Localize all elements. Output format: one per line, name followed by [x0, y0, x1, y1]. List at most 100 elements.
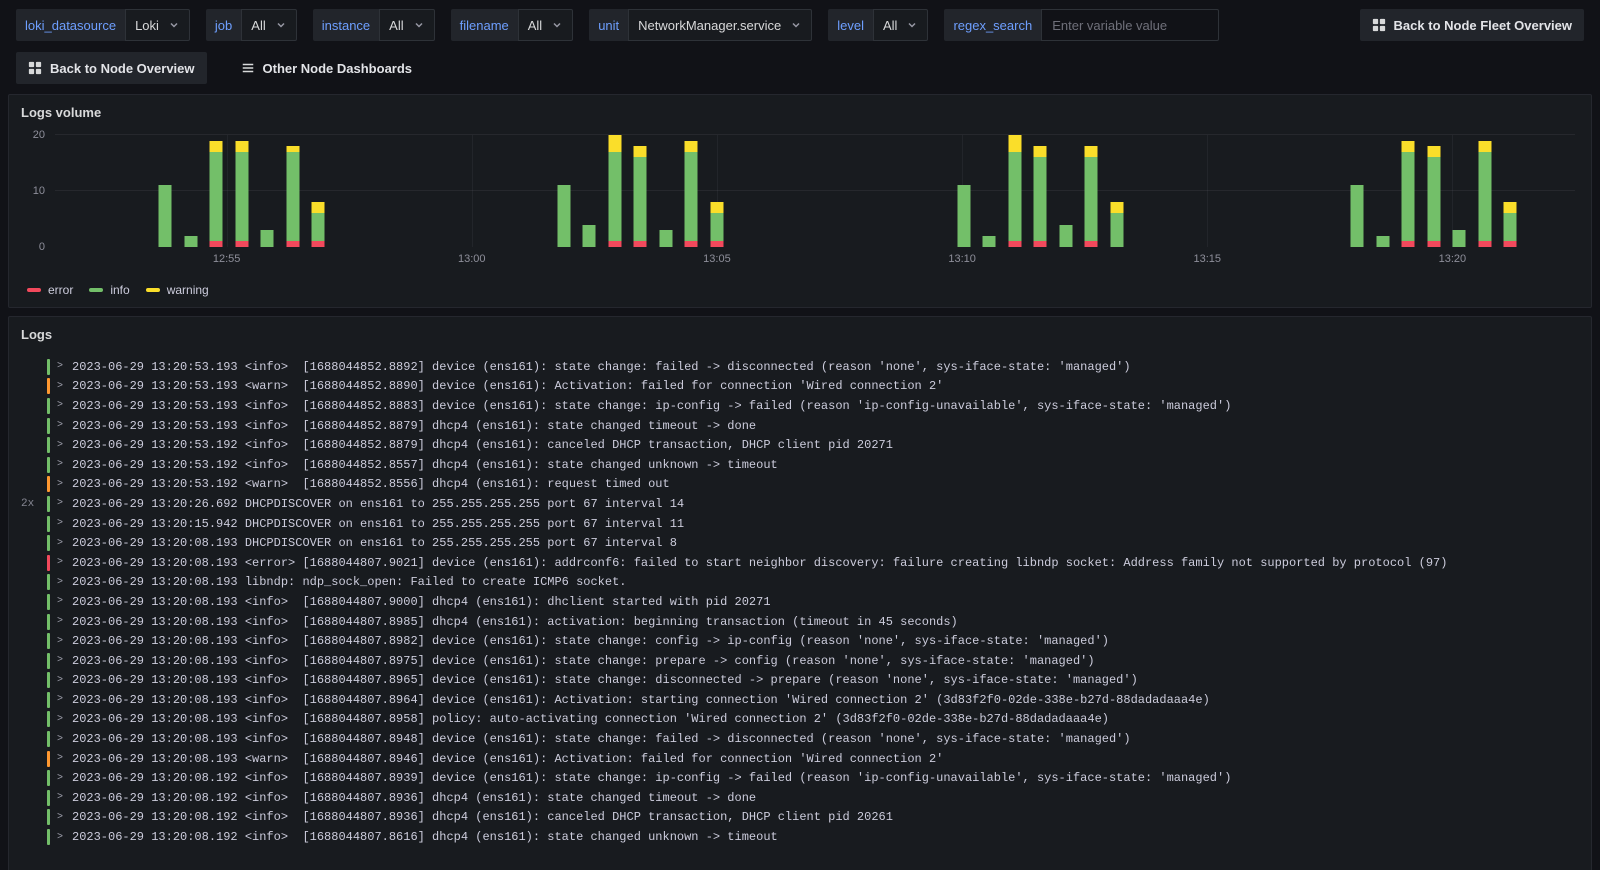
- chevron-right-icon[interactable]: >: [57, 596, 72, 607]
- instance-select[interactable]: All: [379, 9, 435, 41]
- log-row[interactable]: >2023-06-29 13:20:08.192 <info> [1688044…: [21, 788, 1583, 808]
- log-level-indicator-info: [47, 397, 50, 414]
- level-select[interactable]: All: [872, 9, 929, 41]
- legend-swatch: [89, 288, 104, 292]
- back-to-node-fleet-overview-button[interactable]: Back to Node Fleet Overview: [1359, 9, 1584, 41]
- chevron-down-icon: [275, 19, 287, 31]
- chevron-right-icon[interactable]: >: [57, 518, 72, 529]
- chevron-right-icon[interactable]: >: [57, 479, 72, 490]
- bar-segment-warning: [311, 202, 325, 214]
- log-line-text: 2023-06-29 13:20:08.193 <info> [16880448…: [72, 614, 958, 629]
- log-row[interactable]: >2023-06-29 13:20:08.193 <info> [1688044…: [21, 592, 1583, 612]
- log-row[interactable]: >2023-06-29 13:20:53.193 <info> [1688044…: [21, 416, 1583, 436]
- panel-title-logs[interactable]: Logs: [9, 317, 1591, 351]
- log-row[interactable]: >2023-06-29 13:20:08.192 <info> [1688044…: [21, 768, 1583, 788]
- chevron-right-icon[interactable]: >: [57, 498, 72, 509]
- volume-bar: [684, 140, 698, 247]
- job-select[interactable]: All: [241, 9, 297, 41]
- chevron-right-icon[interactable]: >: [57, 694, 72, 705]
- chevron-right-icon[interactable]: >: [57, 734, 72, 745]
- chevron-right-icon[interactable]: >: [57, 459, 72, 470]
- volume-bar: [1033, 146, 1047, 247]
- chevron-right-icon[interactable]: >: [57, 381, 72, 392]
- chevron-right-icon[interactable]: >: [57, 636, 72, 647]
- back-to-node-overview-button[interactable]: Back to Node Overview: [16, 52, 207, 84]
- log-level-indicator-info: [47, 691, 50, 708]
- chevron-right-icon[interactable]: >: [57, 538, 72, 549]
- log-level-indicator-info: [47, 652, 50, 669]
- log-row[interactable]: >2023-06-29 13:20:53.192 <info> [1688044…: [21, 435, 1583, 455]
- bar-segment-error: [710, 241, 724, 247]
- regex-search-input[interactable]: [1041, 9, 1220, 41]
- bar-segment-warning: [1427, 146, 1441, 158]
- legend-item-warning[interactable]: warning: [145, 283, 209, 297]
- log-row[interactable]: >2023-06-29 13:20:08.193 <info> [1688044…: [21, 729, 1583, 749]
- unit-select[interactable]: NetworkManager.service: [628, 9, 813, 41]
- log-level-indicator-warn: [47, 476, 50, 493]
- log-line-text: 2023-06-29 13:20:08.193 <info> [16880448…: [72, 594, 771, 609]
- log-line-text: 2023-06-29 13:20:53.193 <info> [16880448…: [72, 418, 757, 433]
- chevron-right-icon[interactable]: >: [57, 792, 72, 803]
- chevron-right-icon[interactable]: >: [57, 616, 72, 627]
- bar-segment-info: [1427, 157, 1441, 242]
- bar-segment-info: [684, 151, 698, 242]
- log-row[interactable]: >2023-06-29 13:20:08.193 <info> [1688044…: [21, 651, 1583, 671]
- chevron-right-icon[interactable]: >: [57, 557, 72, 568]
- log-row[interactable]: >2023-06-29 13:20:15.942 DHCPDISCOVER on…: [21, 514, 1583, 534]
- log-row[interactable]: >2023-06-29 13:20:08.193 <error> [168804…: [21, 553, 1583, 573]
- volume-bar: [184, 235, 198, 247]
- log-row[interactable]: >2023-06-29 13:20:53.192 <warn> [1688044…: [21, 475, 1583, 495]
- panel-title-logs-volume[interactable]: Logs volume: [9, 95, 1591, 129]
- log-row[interactable]: >2023-06-29 13:20:53.193 <info> [1688044…: [21, 396, 1583, 416]
- chevron-right-icon[interactable]: >: [57, 773, 72, 784]
- log-line-text: 2023-06-29 13:20:53.193 <info> [16880448…: [72, 359, 1131, 374]
- log-row[interactable]: >2023-06-29 13:20:08.193 <info> [1688044…: [21, 690, 1583, 710]
- log-row[interactable]: >2023-06-29 13:20:08.193 <info> [1688044…: [21, 631, 1583, 651]
- bar-segment-info: [957, 185, 971, 247]
- chevron-right-icon[interactable]: >: [57, 440, 72, 451]
- log-row[interactable]: 2x >2023-06-29 13:20:26.692 DHCPDISCOVER …: [21, 494, 1583, 514]
- loki-datasource-select[interactable]: Loki: [125, 9, 190, 41]
- log-row[interactable]: >2023-06-29 13:20:08.193 DHCPDISCOVER on…: [21, 533, 1583, 553]
- chevron-down-icon: [551, 19, 563, 31]
- chevron-right-icon[interactable]: >: [57, 832, 72, 843]
- log-row[interactable]: >2023-06-29 13:20:08.193 libndp: ndp_soc…: [21, 573, 1583, 593]
- chevron-right-icon[interactable]: >: [57, 400, 72, 411]
- bar-segment-error: [608, 241, 622, 247]
- other-node-dashboards-button[interactable]: Other Node Dashboards: [229, 52, 425, 84]
- volume-bar: [1059, 224, 1073, 247]
- log-row[interactable]: >2023-06-29 13:20:53.192 <info> [1688044…: [21, 455, 1583, 475]
- legend-item-info[interactable]: info: [89, 283, 130, 297]
- log-line-text: 2023-06-29 13:20:08.193 <info> [16880448…: [72, 634, 1109, 649]
- log-row[interactable]: >2023-06-29 13:20:08.192 <info> [1688044…: [21, 808, 1583, 828]
- bar-segment-info: [235, 151, 249, 242]
- log-row[interactable]: >2023-06-29 13:20:53.193 <warn> [1688044…: [21, 377, 1583, 397]
- log-row[interactable]: >2023-06-29 13:20:53.193 <info> [1688044…: [21, 357, 1583, 377]
- chevron-right-icon[interactable]: >: [57, 577, 72, 588]
- log-row[interactable]: >2023-06-29 13:20:08.193 <warn> [1688044…: [21, 749, 1583, 769]
- bar-segment-error: [1033, 241, 1047, 247]
- log-row[interactable]: >2023-06-29 13:20:08.193 <info> [1688044…: [21, 671, 1583, 691]
- chevron-right-icon[interactable]: >: [57, 361, 72, 372]
- y-tick-label: 20: [32, 129, 45, 141]
- log-row[interactable]: >2023-06-29 13:20:08.193 <info> [1688044…: [21, 710, 1583, 730]
- chevron-right-icon[interactable]: >: [57, 420, 72, 431]
- chevron-right-icon[interactable]: >: [57, 675, 72, 686]
- logs-volume-chart: 0 10 20 12:55 13:00 13:05 13:10 13:15 13:20: [9, 129, 1575, 273]
- filename-select[interactable]: All: [517, 9, 574, 41]
- legend-item-error[interactable]: error: [27, 283, 73, 297]
- volume-bar: [1376, 235, 1390, 247]
- log-level-indicator-info: [47, 437, 50, 454]
- log-row[interactable]: >2023-06-29 13:20:08.192 <info> [1688044…: [21, 827, 1583, 847]
- chevron-right-icon[interactable]: >: [57, 753, 72, 764]
- log-line-text: 2023-06-29 13:20:08.193 <info> [16880448…: [72, 692, 1210, 707]
- chevron-right-icon[interactable]: >: [57, 655, 72, 666]
- chevron-down-icon: [168, 19, 180, 31]
- chevron-right-icon[interactable]: >: [57, 714, 72, 725]
- variable-value: All: [527, 17, 543, 33]
- chevron-right-icon[interactable]: >: [57, 812, 72, 823]
- log-level-indicator-info: [47, 456, 50, 473]
- bar-segment-info: [1376, 235, 1390, 247]
- bar-segment-warning: [1033, 146, 1047, 158]
- log-row[interactable]: >2023-06-29 13:20:08.193 <info> [1688044…: [21, 612, 1583, 632]
